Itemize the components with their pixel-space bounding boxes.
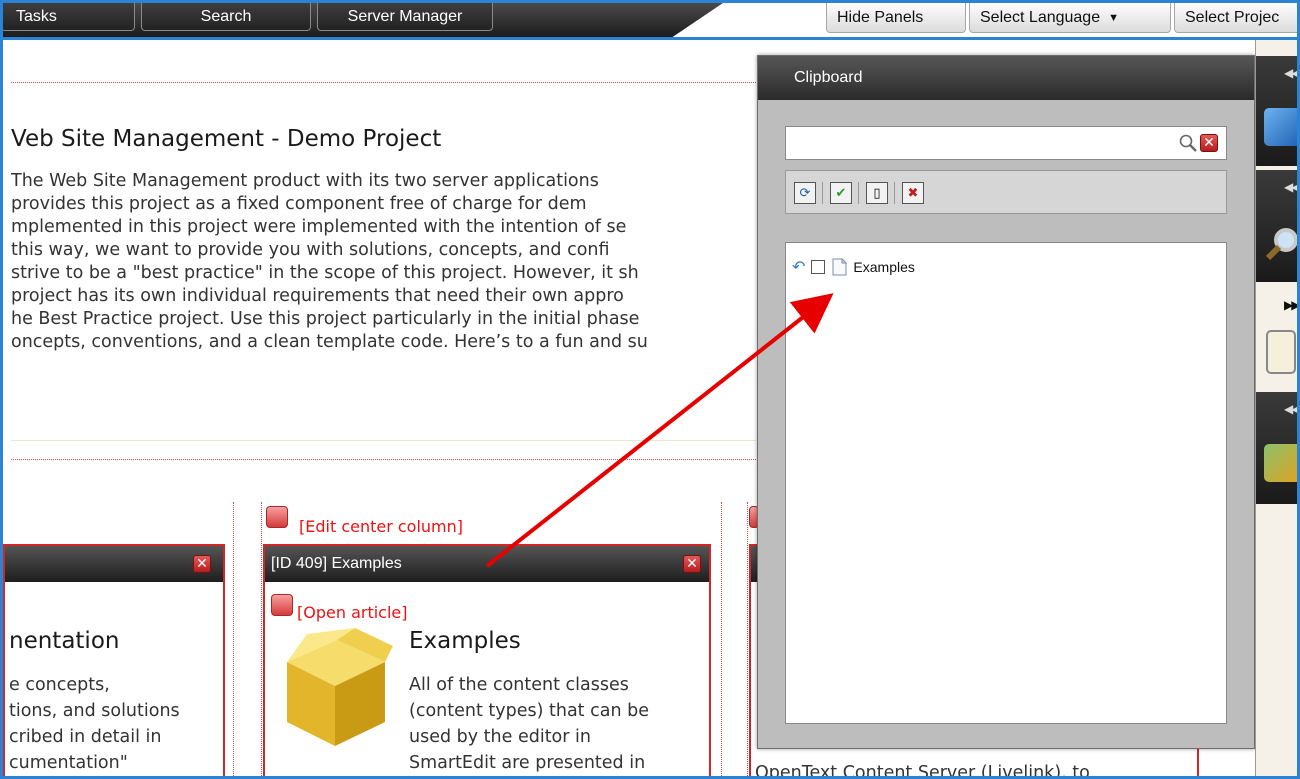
left-article-line: cumentation" (9, 753, 128, 773)
side-panel-tab[interactable]: ◀◀ (1256, 56, 1297, 166)
collapse-icon[interactable]: ◀◀ (1284, 402, 1297, 416)
search-icon[interactable] (1178, 133, 1198, 153)
intro-line: project has its own individual requireme… (11, 286, 624, 306)
clipboard-search-input[interactable] (790, 131, 1150, 155)
delete-selected-icon[interactable]: ✖ (902, 182, 924, 204)
side-panel-tab[interactable]: ◀◀ (1256, 170, 1297, 282)
right-article-line: OpenText Content Server (Livelink), to (755, 763, 1090, 779)
expand-icon[interactable]: ▶▶ (1284, 298, 1297, 312)
select-project-dropdown[interactable]: Select Projec (1174, 3, 1297, 33)
section-divider (11, 82, 756, 83)
clipboard-search-box: ✕ (785, 126, 1227, 160)
top-toolbar: Tasks Search Server Manager Hide Panels … (3, 3, 1297, 37)
intro-line: provides this project as a fixed compone… (11, 194, 587, 214)
center-article-line: (content types) that can be (409, 701, 649, 721)
side-panel-strip: ◀◀ ◀◀ ▶▶ ◀◀ (1255, 40, 1297, 776)
app-frame: Tasks Search Server Manager Hide Panels … (0, 0, 1300, 779)
clipboard-panel: Clipboard ✕ ⟳ ✔ ▯ ✖ ↶ Examples (757, 55, 1255, 749)
clear-search-icon[interactable]: ✕ (1200, 134, 1218, 152)
intro-line: he Best Practice project. Use this proje… (11, 309, 640, 329)
section-divider (11, 459, 756, 460)
left-article-line: tions, and solutions (9, 701, 180, 721)
open-article-link[interactable]: [Open article] (297, 603, 408, 622)
refresh-icon[interactable]: ⟳ (794, 182, 816, 204)
center-article-header-label: [ID 409] Examples (271, 555, 402, 572)
hide-panels-button[interactable]: Hide Panels (826, 3, 966, 33)
clipboard-item-label: Examples (853, 259, 915, 275)
collapse-icon[interactable]: ◀◀ (1284, 180, 1297, 194)
column-separator (721, 502, 722, 776)
left-article-header (5, 546, 223, 582)
left-article-line: cribed in detail in (9, 727, 162, 747)
search-button[interactable]: Search (141, 3, 311, 31)
toolbar-separator (858, 182, 859, 204)
column-separator (747, 502, 748, 776)
center-article-line: SmartEdit are presented in (409, 753, 646, 773)
page-icon (832, 258, 848, 276)
center-article-title: Examples (409, 628, 521, 654)
center-article-box: [ID 409] Examples ✕ [Open article] Examp… (263, 544, 711, 776)
box-icon (287, 628, 393, 746)
intro-line: this way, we want to provide you with so… (11, 240, 610, 260)
left-article-title: nentation (9, 628, 120, 654)
deselect-all-icon[interactable]: ▯ (866, 182, 888, 204)
undo-icon[interactable]: ↶ (792, 257, 805, 277)
item-checkbox[interactable] (811, 260, 826, 274)
search-icon (1265, 228, 1297, 261)
close-icon[interactable]: ✕ (193, 555, 211, 573)
collapse-icon[interactable]: ◀◀ (1284, 66, 1297, 80)
toolbar-separator (894, 182, 895, 204)
center-article-line: used by the editor in (409, 727, 591, 747)
clipboard-toolbar: ⟳ ✔ ▯ ✖ (785, 170, 1227, 214)
divider-line (11, 440, 756, 441)
select-language-dropdown[interactable]: Select Language ▼ (969, 3, 1171, 33)
clipboard-icon[interactable] (1266, 330, 1296, 374)
clipboard-title: Clipboard (794, 69, 863, 86)
list-item[interactable]: ↶ Examples (792, 257, 915, 277)
center-article-line: All of the content classes (409, 675, 629, 695)
images-icon (1264, 444, 1297, 482)
chevron-down-icon: ▼ (1108, 11, 1119, 24)
left-article-box: ✕ nentation e concepts, tions, and solut… (3, 544, 225, 776)
intro-line: The Web Site Management product with its… (11, 171, 599, 191)
edit-center-column-link[interactable]: [Edit center column] (299, 517, 463, 536)
intro-line: mplemented in this project were implemen… (11, 217, 627, 237)
clipboard-header: Clipboard (758, 56, 1254, 100)
intro-line: oncepts, conventions, and a clean templa… (11, 332, 648, 352)
pages-icon (1264, 108, 1297, 146)
clipboard-list: ↶ Examples (785, 242, 1227, 724)
edit-column-icon[interactable] (266, 506, 288, 528)
page-title: Veb Site Management - Demo Project (11, 126, 442, 152)
tasks-button[interactable]: Tasks (3, 3, 135, 31)
close-icon[interactable]: ✕ (683, 555, 701, 573)
column-separator (233, 502, 234, 776)
server-manager-button[interactable]: Server Manager (317, 3, 493, 31)
intro-line: strive to be a "best practice" in the sc… (11, 263, 639, 283)
column-separator (261, 502, 262, 776)
select-language-label: Select Language (980, 8, 1101, 26)
toolbar-separator (822, 182, 823, 204)
left-article-line: e concepts, (9, 675, 110, 695)
select-all-icon[interactable]: ✔ (830, 182, 852, 204)
intro-text: The Web Site Management product with its… (11, 170, 771, 354)
side-panel-tab[interactable]: ◀◀ (1256, 392, 1297, 504)
open-article-icon[interactable] (271, 594, 293, 616)
center-article-header: [ID 409] Examples (265, 546, 709, 582)
